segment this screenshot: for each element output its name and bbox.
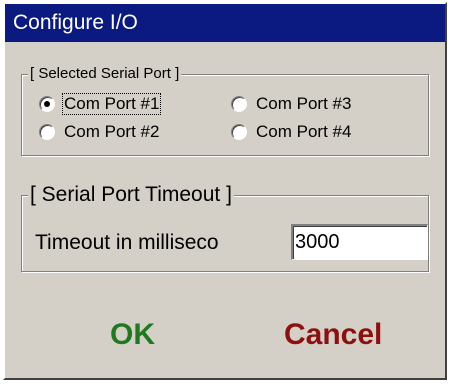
- radio-com-port-2[interactable]: Com Port #2: [39, 121, 160, 143]
- radio-button-icon[interactable]: [231, 96, 247, 112]
- radio-com-port-4-label[interactable]: Com Port #4: [255, 122, 352, 142]
- dialog-title-bar[interactable]: Configure I/O: [5, 4, 445, 42]
- radio-com-port-4[interactable]: Com Port #4: [231, 121, 352, 143]
- radio-com-port-3-label[interactable]: Com Port #3: [255, 94, 352, 114]
- timeout-field-label: Timeout in milliseco: [35, 231, 219, 254]
- ok-button[interactable]: OK: [110, 318, 155, 352]
- selected-serial-port-legend: [ Selected Serial Port ]: [28, 65, 182, 82]
- dialog-title: Configure I/O: [13, 11, 138, 34]
- radio-button-icon[interactable]: [231, 124, 247, 140]
- radio-com-port-1-label[interactable]: Com Port #1: [61, 93, 162, 115]
- radio-com-port-3[interactable]: Com Port #3: [231, 93, 352, 115]
- configure-io-dialog: Configure I/O [ Selected Serial Port ] C…: [3, 2, 447, 380]
- serial-port-timeout-legend: [ Serial Port Timeout ]: [28, 183, 234, 206]
- cancel-button[interactable]: Cancel: [284, 318, 382, 352]
- radio-button-checked-icon[interactable]: [39, 96, 55, 112]
- radio-button-icon[interactable]: [39, 124, 55, 140]
- radio-com-port-2-label[interactable]: Com Port #2: [63, 122, 160, 142]
- timeout-input[interactable]: [291, 224, 428, 260]
- radio-com-port-1[interactable]: Com Port #1: [39, 93, 162, 115]
